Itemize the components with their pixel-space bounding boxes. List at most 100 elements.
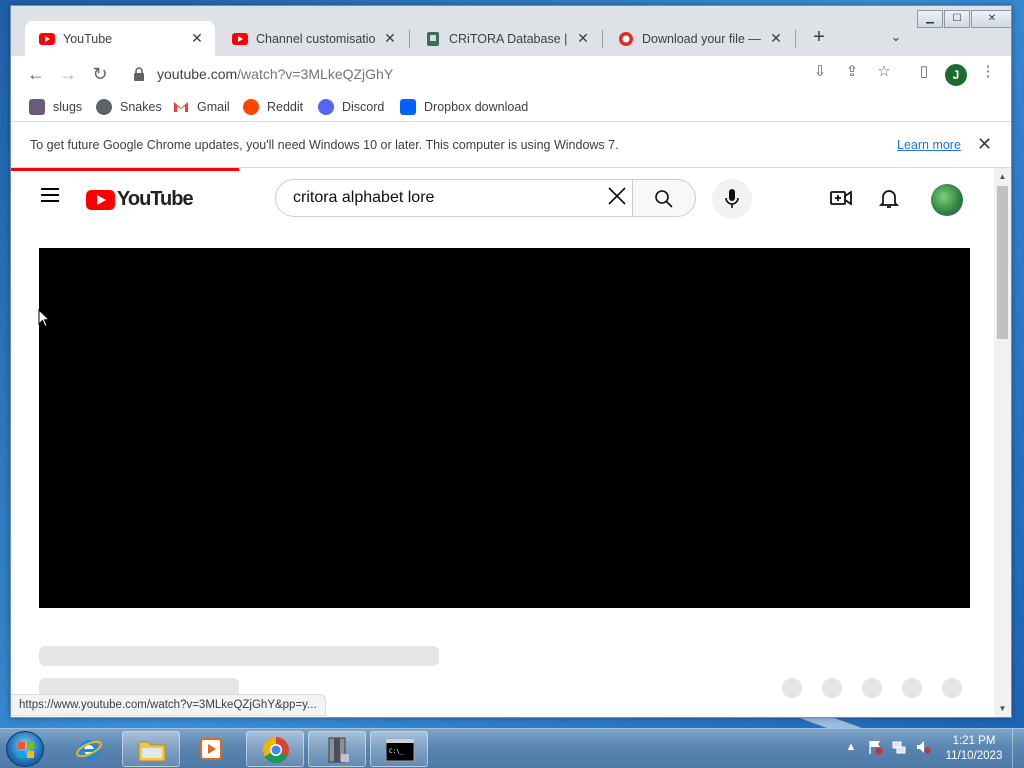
url-host: youtube.com [157,66,238,82]
learn-more-link[interactable]: Learn more [897,138,961,152]
dropbox-icon [400,99,416,115]
maximize-button[interactable]: ☐ [944,10,970,28]
youtube-page: YouTube critora alphabet lore [11,168,994,717]
bookmark-discord[interactable]: Discord [318,98,384,116]
update-infobar: To get future Google Chrome updates, you… [11,123,1011,168]
show-desktop-button[interactable] [1012,729,1024,768]
chrome-taskbar-button[interactable] [246,731,304,767]
side-panel-icon[interactable]: ▯ [913,61,935,83]
search-input[interactable]: critora alphabet lore [275,179,633,217]
gmail-icon [173,99,189,115]
tab-download-file[interactable]: Download your file — C ✕ [604,21,794,56]
back-button[interactable]: ← [23,61,49,87]
action-center-flag-icon[interactable] [867,739,883,755]
window-controls: ▁ ☐ ✕ [916,10,1011,30]
bookmark-label: Discord [342,100,385,114]
media-player-taskbar-button[interactable] [182,731,240,767]
internet-explorer-icon [76,740,102,760]
command-prompt-taskbar-button[interactable]: C:\_ [370,731,428,767]
search-button[interactable] [632,179,696,217]
infobar-message: To get future Google Chrome updates, you… [30,138,619,152]
mouse-cursor-icon [38,309,50,328]
tab-close-icon[interactable]: ✕ [189,30,205,47]
command-prompt-icon: C:\_ [385,738,415,762]
system-clock[interactable]: 1:21 PM 11/10/2023 [938,734,1010,764]
folder-icon [138,741,166,762]
discord-icon [318,99,334,115]
bookmark-label: Dropbox download [424,100,529,114]
microphone-icon [725,189,739,208]
archive-taskbar-button[interactable] [308,731,366,767]
tab-close-icon[interactable]: ✕ [768,30,784,47]
windows-taskbar: C:\_ ▲ 1:21 PM 11/10/2023 [0,728,1024,768]
reload-button[interactable]: ↻ [87,61,113,87]
url-text[interactable]: youtube.com/watch?v=3MLkeQZjGhY [157,66,393,82]
page-scrollbar[interactable]: ▲ ▼ [994,168,1011,717]
tab-youtube[interactable]: YouTube ✕ [25,21,215,56]
tab-search-button[interactable]: ⌄ [885,26,907,48]
menu-icon[interactable]: ⋮ [977,61,999,83]
youtube-favicon [39,31,55,47]
show-hidden-icons-icon[interactable]: ▲ [843,739,859,755]
close-window-button[interactable]: ✕ [971,10,1011,28]
bookmark-gmail[interactable]: Gmail [173,98,230,116]
notifications-bell-icon[interactable] [877,186,901,210]
tab-critora-database[interactable]: CRiTORA Database | Fan ✕ [411,21,601,56]
create-video-icon[interactable] [829,186,853,210]
action-placeholder [822,678,842,698]
install-app-icon[interactable]: ⇩ [809,61,831,83]
tab-separator [795,30,796,48]
tab-separator [602,30,603,48]
tab-title: Download your file — C [642,31,762,46]
bookmark-dropbox-download[interactable]: Dropbox download [400,98,528,116]
tab-title: CRiTORA Database | Fan [449,31,569,46]
tab-separator [409,30,410,48]
file-explorer-taskbar-button[interactable] [122,731,180,767]
bookmark-snakes[interactable]: Snakes [96,98,162,116]
system-tray: ▲ [843,739,931,755]
browser-toolbar: ← → ↻ youtube.com/watch?v=3MLkeQZjGhY ⇩ … [11,56,1011,92]
network-icon[interactable] [891,739,907,755]
minimize-button[interactable]: ▁ [917,10,943,28]
address-bar[interactable]: youtube.com/watch?v=3MLkeQZjGhY [125,60,815,88]
tab-title: Channel customisation - [256,31,376,46]
bookmark-label: Gmail [197,100,230,114]
tab-close-icon[interactable]: ✕ [382,30,398,47]
reddit-icon [243,99,259,115]
critora-favicon [425,31,441,47]
chrome-window: YouTube ✕ Channel customisation - ✕ CRiT… [10,5,1012,718]
action-placeholder [782,678,802,698]
tab-close-icon[interactable]: ✕ [575,30,591,47]
tab-channel-customisation[interactable]: Channel customisation - ✕ [218,21,408,56]
clear-search-icon[interactable] [604,185,630,211]
voice-search-button[interactable] [712,179,752,219]
youtube-play-icon [86,189,115,210]
lock-icon[interactable] [133,67,145,81]
volume-muted-icon[interactable] [915,739,931,755]
account-avatar[interactable] [931,184,963,216]
bookmark-reddit[interactable]: Reddit [243,98,303,116]
internet-explorer-taskbar-button[interactable] [60,731,118,767]
bookmark-label: Snakes [120,100,162,114]
new-tab-button[interactable]: + [807,26,831,50]
slugs-icon [29,99,45,115]
share-icon[interactable]: ⇪ [841,61,863,83]
bookmark-label: slugs [53,100,83,114]
forward-button[interactable]: → [55,61,81,87]
close-icon[interactable]: ✕ [977,134,992,155]
archive-icon [328,737,349,763]
action-placeholder [862,678,882,698]
start-button[interactable] [6,731,44,767]
title-placeholder [39,646,439,666]
scrollbar-thumb[interactable] [997,186,1008,339]
youtube-wordmark: YouTube [117,188,194,210]
youtube-logo[interactable]: YouTube [86,188,194,211]
profile-avatar[interactable]: J [945,64,967,86]
bookmark-slugs[interactable]: slugs [29,98,82,116]
bookmark-star-icon[interactable]: ☆ [873,61,895,83]
scroll-up-arrow-icon[interactable]: ▲ [998,172,1007,181]
loading-progress-bar [11,168,239,171]
video-player[interactable] [39,248,970,608]
scroll-down-arrow-icon[interactable]: ▼ [998,704,1007,713]
hamburger-menu-icon[interactable] [41,188,59,202]
